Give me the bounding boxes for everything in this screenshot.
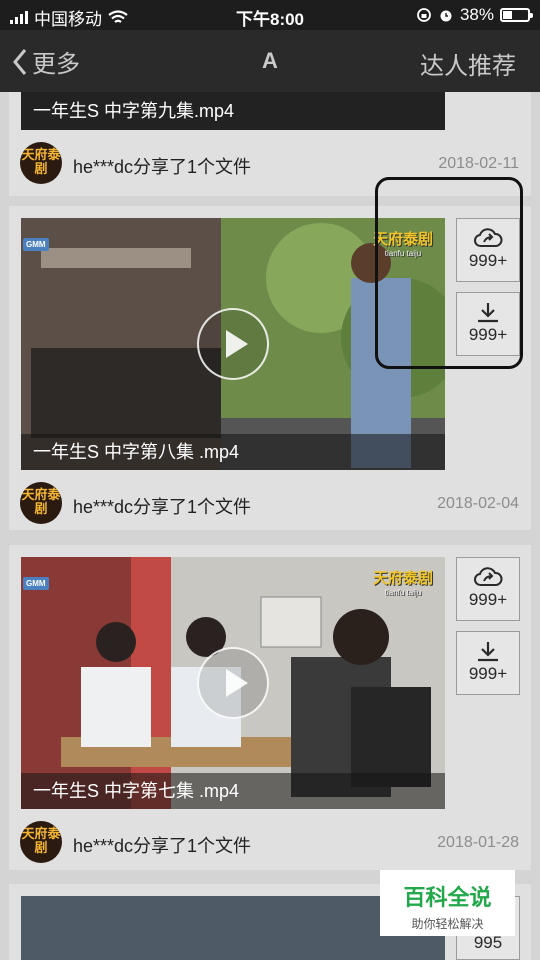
file-card: GMM 天府泰剧 tianfu taiju 一年生S 中字第七集 .mp4 999… (9, 545, 531, 870)
battery-percent: 38% (459, 5, 494, 24)
navigation-bar: 更多 A 达人推荐 (0, 30, 540, 92)
logo-text: 天府泰剧 (372, 570, 433, 587)
play-icon[interactable] (197, 647, 269, 719)
watermark-subtitle: 助你轻松解决 (411, 917, 484, 931)
status-bar: 中国移动 下午8:00 38% (0, 0, 540, 30)
share-count: 999+ (468, 590, 508, 609)
alarm-icon (440, 10, 452, 22)
video-caption: 一年生S 中字第九集.mp4 (21, 92, 445, 130)
share-date: 2018-02-04 (437, 495, 519, 512)
avatar[interactable]: 天府泰剧 (20, 142, 62, 184)
share-date: 2018-01-28 (437, 834, 519, 851)
gmm-logo: GMM (23, 577, 49, 590)
status-right: 38% (416, 5, 533, 25)
avatar[interactable]: 天府泰剧 (20, 821, 62, 863)
video-caption: 一年生S 中字第八集 .mp4 (21, 434, 445, 470)
share-date: 2018-02-11 (438, 155, 519, 172)
share-text: he***dc分享了1个文件 (73, 157, 252, 177)
highlight-annotation (375, 177, 523, 369)
video-thumbnail[interactable]: GMM 天府泰剧 tianfu taiju 一年生S 中字第七集 .mp4 (21, 557, 445, 809)
share-text: he***dc分享了1个文件 (73, 836, 252, 856)
battery-icon (500, 8, 533, 22)
avatar[interactable]: 天府泰剧 (20, 482, 62, 524)
rotation-lock-icon (417, 8, 431, 22)
download-icon (478, 642, 498, 662)
cloud-share-icon (474, 567, 503, 586)
video-thumbnail[interactable]: 一年生S 中字第九集.mp4 (21, 92, 445, 130)
download-button[interactable]: 999+ (456, 631, 520, 695)
play-icon[interactable] (197, 308, 269, 380)
expert-recommend-button[interactable]: 达人推荐 (420, 46, 516, 81)
share-button[interactable]: 999+ (456, 557, 520, 621)
gmm-logo: GMM (23, 238, 49, 251)
share-text: he***dc分享了1个文件 (73, 497, 252, 517)
logo-subtext: tianfu taiju (384, 588, 422, 597)
share-count: 995 (473, 933, 503, 952)
watermark: 百科全说 助你轻松解决 (380, 870, 515, 936)
channel-logo: 天府泰剧 tianfu taiju (373, 567, 433, 597)
video-caption: 一年生S 中字第七集 .mp4 (21, 773, 445, 809)
watermark-title: 百科全说 (403, 885, 492, 910)
download-count: 999+ (468, 664, 508, 683)
